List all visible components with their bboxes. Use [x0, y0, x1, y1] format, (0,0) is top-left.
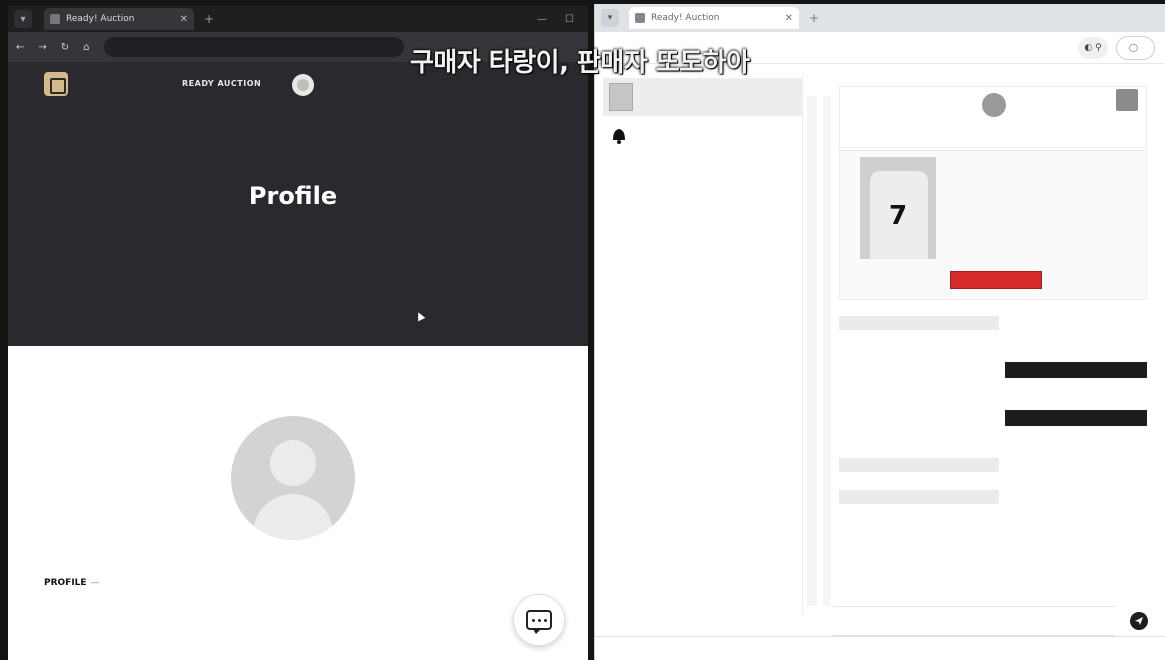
- chat-room-scrollbar[interactable]: [823, 96, 831, 606]
- message-incoming: [839, 316, 999, 330]
- bid-button[interactable]: [950, 271, 1042, 289]
- new-tab-icon[interactable]: +: [809, 11, 819, 25]
- window-controls: — ☐: [537, 14, 588, 25]
- chat-list-scrollbar[interactable]: [807, 96, 817, 606]
- message-incoming: [839, 458, 999, 472]
- seller-avatar[interactable]: [982, 93, 1006, 117]
- product-image[interactable]: 7: [860, 157, 936, 259]
- bottom-divider: [595, 636, 1165, 637]
- chat-menu-icon[interactable]: [1116, 89, 1138, 111]
- maximize-icon[interactable]: ☐: [565, 14, 574, 25]
- left-browser-window: ▾ Ready! Auction ✕ + — ☐ ← → ↻ ⌂ READY A…: [8, 6, 588, 660]
- page-title: Profile: [248, 182, 338, 210]
- back-icon[interactable]: ←: [16, 42, 24, 53]
- forward-icon[interactable]: →: [38, 42, 46, 53]
- left-url-field[interactable]: [103, 37, 404, 57]
- address-bar-actions: ◐ ⚲ ◯: [1078, 35, 1165, 60]
- avatar-head-shape: [270, 440, 316, 486]
- profile-avatar[interactable]: [231, 416, 355, 540]
- profile-pill-button[interactable]: ◯: [1116, 35, 1155, 60]
- site-logo-icon[interactable]: [44, 72, 68, 96]
- message-outgoing: [1005, 410, 1147, 426]
- profile-content: PROFILE —: [8, 346, 588, 660]
- chat-list-panel: [603, 74, 803, 614]
- left-tab-title: Ready! Auction: [66, 14, 135, 24]
- extension-icon[interactable]: ◐ ⚲: [1078, 36, 1109, 59]
- avatar-body-shape: [253, 494, 333, 540]
- right-active-tab[interactable]: Ready! Auction ✕: [629, 7, 799, 29]
- product-card: 7: [839, 150, 1147, 300]
- site-favicon-icon: [635, 13, 645, 23]
- chat-room: 7: [835, 86, 1153, 646]
- profile-section-label: PROFILE —: [44, 578, 100, 588]
- profile-hero-banner: READY AUCTION Profile: [8, 62, 588, 346]
- message-outgoing: [1005, 362, 1147, 378]
- nav-avatar-icon[interactable]: [292, 74, 314, 96]
- open-chat-button[interactable]: [513, 594, 565, 646]
- chat-list-item[interactable]: [603, 116, 802, 154]
- video-caption: 구매자 타랑이, 판매자 또도하아: [410, 48, 750, 78]
- tab-menu-icon[interactable]: ▾: [601, 9, 619, 27]
- site-favicon-icon: [50, 14, 60, 24]
- right-tab-title: Ready! Auction: [651, 13, 720, 23]
- left-tab-bar: ▾ Ready! Auction ✕ + — ☐: [8, 6, 588, 32]
- send-button[interactable]: [1130, 612, 1148, 630]
- close-tab-icon[interactable]: ✕: [785, 13, 793, 24]
- profile-label-text: PROFILE: [44, 578, 87, 588]
- send-icon: [1135, 617, 1143, 625]
- message-incoming: [839, 490, 999, 504]
- profile-label-dash: —: [90, 578, 100, 588]
- seller-header: [839, 86, 1147, 148]
- left-active-tab[interactable]: Ready! Auction ✕: [44, 8, 194, 30]
- minimize-icon[interactable]: —: [537, 14, 547, 25]
- home-icon[interactable]: ⌂: [83, 42, 89, 53]
- mouse-cursor-icon: [414, 310, 426, 322]
- bell-icon: [613, 129, 625, 144]
- reload-icon[interactable]: ↻: [61, 42, 69, 53]
- right-browser-window: ▾ Ready! Auction ✕ + ◐ ⚲ ◯ 7: [594, 4, 1165, 660]
- chat-list-item[interactable]: [603, 78, 802, 116]
- tab-menu-icon[interactable]: ▾: [14, 10, 32, 28]
- screen-root: ▾ Ready! Auction ✕ + — ☐ ← → ↻ ⌂ READY A…: [0, 0, 1165, 660]
- right-tab-bar: ▾ Ready! Auction ✕ +: [595, 4, 1165, 32]
- message-input[interactable]: [833, 606, 1115, 636]
- chat-bubble-icon: [526, 610, 552, 634]
- jersey-number: 7: [888, 201, 908, 231]
- new-tab-icon[interactable]: +: [204, 12, 214, 26]
- chat-item-thumbnail: [609, 83, 633, 111]
- close-tab-icon[interactable]: ✕: [180, 14, 188, 25]
- pill-avatar-icon: ◯: [1129, 43, 1138, 52]
- nav-brand[interactable]: READY AUCTION: [182, 79, 261, 88]
